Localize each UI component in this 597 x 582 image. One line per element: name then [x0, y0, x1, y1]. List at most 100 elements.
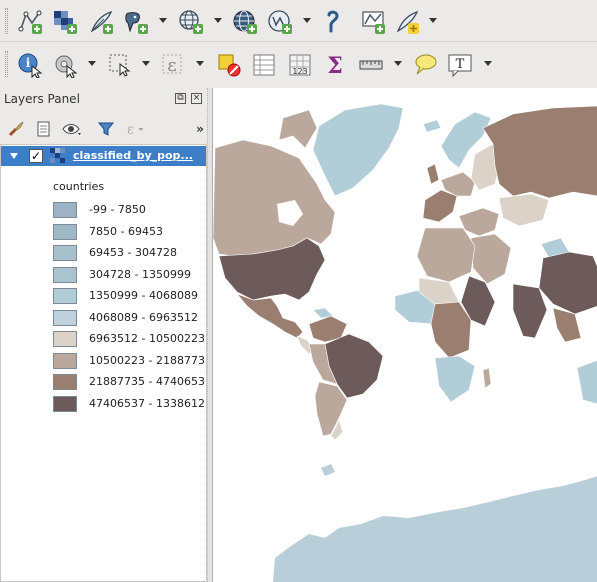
madagascar	[482, 367, 492, 389]
map-canvas[interactable]	[212, 88, 597, 582]
central-africa	[430, 301, 472, 359]
legend-label: 304728 - 1350999	[89, 267, 191, 281]
iceland	[422, 119, 442, 133]
add-postgis-layer-icon[interactable]	[122, 8, 150, 36]
legend-item[interactable]: -99 - 7850	[53, 202, 208, 218]
legend-label: 1350999 - 4068089	[89, 289, 198, 302]
legend-group-label: countries	[53, 180, 105, 193]
expression-dropdown[interactable]	[196, 61, 204, 66]
add-delimited-text-icon[interactable]	[320, 8, 348, 36]
svg-text:123: 123	[292, 67, 307, 76]
southern-africa	[434, 355, 476, 403]
legend-item[interactable]: 7850 - 69453	[53, 223, 208, 240]
russia	[482, 105, 597, 199]
identify-icon[interactable]: i	[16, 51, 44, 79]
add-group-icon[interactable]	[34, 119, 54, 139]
collapse-arrow-icon[interactable]	[10, 153, 18, 159]
legend-item[interactable]: 6963512 - 10500223	[53, 331, 208, 347]
deselect-icon[interactable]	[215, 51, 243, 79]
wfs-dropdown[interactable]	[303, 18, 311, 23]
add-virtual-layer-icon[interactable]	[359, 8, 387, 36]
india	[512, 283, 548, 339]
annotation-dropdown[interactable]	[484, 61, 492, 66]
legend-swatch	[53, 352, 77, 369]
layers-panel-toolbar: ε »	[0, 114, 207, 144]
text-annotation-icon[interactable]: T	[446, 51, 474, 79]
svg-text:ε: ε	[127, 122, 134, 137]
statistics-icon[interactable]: Σ	[321, 51, 349, 79]
legend-label: 47406537 - 1338612	[89, 396, 205, 410]
add-raster-layer-icon[interactable]	[51, 8, 79, 36]
china	[538, 251, 597, 315]
kazakhstan	[498, 193, 550, 227]
add-wms-layer-icon[interactable]	[177, 8, 205, 36]
legend-swatch	[53, 395, 77, 412]
filter-expression-icon[interactable]: ε	[124, 119, 144, 139]
new-shapefile-icon[interactable]	[393, 8, 421, 36]
legend-label: 21887735 - 4740653	[89, 375, 205, 388]
legend-item[interactable]: 1350999 - 4068089	[53, 288, 208, 304]
toolbar-grip[interactable]	[5, 51, 8, 77]
legend-swatch	[53, 374, 77, 390]
layer-name[interactable]: classified_by_pop...	[73, 149, 205, 162]
data-source-toolbar	[0, 0, 597, 42]
iran-arabia	[470, 233, 512, 285]
attributes-toolbar: i ε 123 Σ T	[0, 43, 597, 87]
new-layer-dropdown[interactable]	[429, 18, 437, 23]
legend-item[interactable]: 304728 - 1350999	[53, 266, 208, 283]
add-spatialite-layer-icon[interactable]	[87, 8, 115, 36]
france-iberia	[422, 189, 458, 223]
world-map	[213, 103, 597, 582]
legend-swatch	[53, 266, 77, 283]
legend-item[interactable]: 21887735 - 4740653	[53, 374, 208, 390]
polygon-layer-icon	[50, 148, 66, 164]
layer-visibility-checkbox[interactable]: ✓	[29, 149, 43, 163]
add-wcs-layer-icon[interactable]	[231, 8, 259, 36]
legend-label: 4068089 - 6963512	[89, 310, 198, 324]
north-africa	[416, 227, 476, 283]
attribute-table-icon[interactable]	[250, 51, 278, 79]
add-vector-layer-icon[interactable]	[16, 8, 44, 36]
style-brush-icon[interactable]	[6, 119, 26, 139]
legend-swatch	[53, 309, 77, 326]
legend-item[interactable]: 47406537 - 1338612	[53, 395, 208, 412]
add-wfs-layer-icon[interactable]	[266, 8, 294, 36]
svg-text:i: i	[26, 56, 31, 70]
legend-label: 10500223 - 2188773	[89, 353, 205, 367]
arctic-islands	[278, 109, 318, 149]
panel-title: Layers Panel	[4, 92, 80, 106]
close-panel-icon[interactable]: ×	[191, 93, 202, 104]
measure-dropdown[interactable]	[394, 61, 402, 66]
legend-label: -99 - 7850	[89, 203, 146, 216]
measure-icon[interactable]	[357, 51, 385, 79]
postgis-dropdown[interactable]	[159, 18, 167, 23]
legend-label: 7850 - 69453	[89, 224, 163, 238]
select-rectangle-icon[interactable]	[106, 51, 134, 79]
action-dropdown[interactable]	[88, 61, 96, 66]
legend-swatch	[53, 331, 77, 347]
antarctic-islands	[321, 464, 335, 476]
legend-swatch	[53, 245, 77, 261]
australia	[576, 360, 597, 405]
legend-item[interactable]: 10500223 - 2188773	[53, 352, 208, 369]
layer-tree: ✓ classified_by_pop... countries -99 - 7…	[0, 144, 207, 582]
legend-label: 69453 - 304728	[89, 246, 177, 259]
filter-icon[interactable]	[96, 119, 116, 139]
greenland	[312, 103, 404, 197]
svg-text:T: T	[456, 57, 465, 72]
legend-item[interactable]: 4068089 - 6963512	[53, 309, 208, 326]
layer-row[interactable]: ✓ classified_by_pop...	[1, 146, 206, 166]
annotation-icon[interactable]	[411, 51, 439, 79]
mexico	[236, 293, 304, 339]
legend-swatch	[53, 288, 77, 304]
select-dropdown[interactable]	[142, 61, 150, 66]
select-expression-icon[interactable]: ε	[159, 51, 187, 79]
field-calculator-icon[interactable]: 123	[286, 51, 314, 79]
run-feature-action-icon[interactable]	[51, 51, 79, 79]
wms-dropdown[interactable]	[214, 18, 222, 23]
legend-item[interactable]: 69453 - 304728	[53, 245, 208, 261]
toolbar-grip[interactable]	[5, 8, 8, 34]
legend-swatch	[53, 202, 77, 218]
eye-icon[interactable]	[62, 119, 82, 139]
float-panel-icon[interactable]: ⧉	[175, 93, 186, 104]
